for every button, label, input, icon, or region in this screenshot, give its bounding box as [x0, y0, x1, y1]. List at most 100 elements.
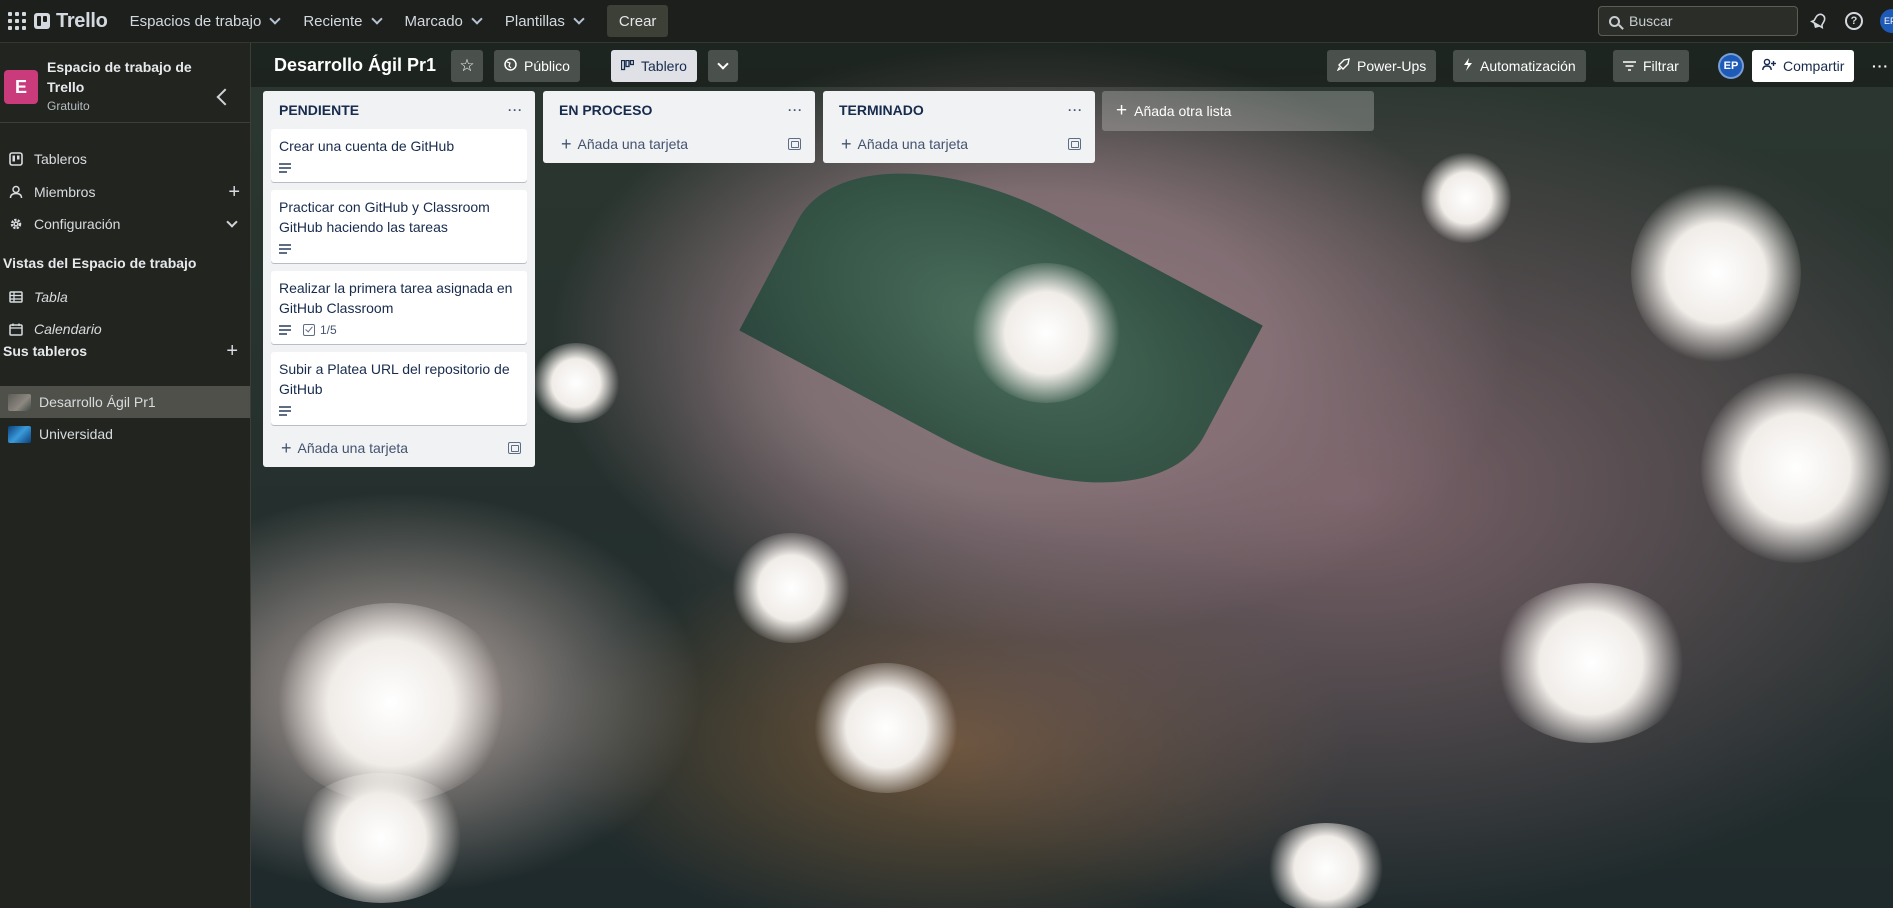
list-header[interactable]: PENDIENTE ··· — [263, 91, 535, 129]
background-blossom — [531, 343, 621, 423]
add-card-button[interactable]: + Añada una tarjeta — [823, 129, 1095, 159]
board-title[interactable]: Desarrollo Ágil Pr1 — [274, 55, 436, 76]
trello-logo[interactable]: Trello — [34, 10, 108, 33]
star-board-button[interactable]: ☆ — [451, 50, 483, 82]
add-card-label: Añada una tarjeta — [297, 440, 409, 456]
card[interactable]: Crear una cuenta de GitHub — [271, 129, 527, 182]
list-actions-icon[interactable]: ··· — [508, 103, 523, 117]
app-switcher-icon[interactable] — [6, 10, 28, 32]
card-template-icon[interactable] — [1068, 138, 1081, 150]
visibility-button[interactable]: Público — [494, 50, 580, 82]
background-blossom — [971, 263, 1121, 403]
add-person-icon — [1762, 58, 1776, 74]
automation-button[interactable]: Automatización — [1453, 50, 1586, 82]
sidebar-item-label: Tabla — [34, 289, 68, 305]
add-card-label: Añada una tarjeta — [577, 136, 689, 152]
list-header[interactable]: TERMINADO ··· — [823, 91, 1095, 129]
top-navigation-bar: Trello Espacios de trabajo Reciente Marc… — [0, 0, 1893, 43]
switch-view-button[interactable] — [708, 50, 738, 82]
power-ups-button[interactable]: Power-Ups — [1327, 50, 1437, 82]
notifications-bell-icon[interactable] — [1808, 10, 1830, 32]
background-blossom — [811, 663, 961, 793]
plus-icon: + — [561, 133, 572, 154]
trello-logo-icon — [34, 13, 50, 29]
checklist-badge: 1/5 — [303, 320, 337, 340]
rocket-icon — [1336, 58, 1350, 74]
sidebar-item-label: Configuración — [34, 216, 121, 232]
card-title: Crear una cuenta de GitHub — [279, 138, 455, 154]
background-blossom — [1421, 153, 1511, 243]
board-menu-icon[interactable]: ··· — [1864, 50, 1893, 82]
view-label: Tablero — [641, 58, 687, 74]
list-title[interactable]: TERMINADO — [839, 102, 924, 118]
add-member-icon[interactable]: + — [228, 181, 240, 204]
nav-templates-label: Plantillas — [504, 12, 565, 30]
nav-templates-dropdown[interactable]: Plantillas — [495, 5, 593, 37]
list-actions-icon[interactable]: ··· — [1068, 103, 1083, 117]
sidebar-item-label: Calendario — [34, 321, 102, 337]
visibility-label: Público — [524, 58, 570, 74]
share-button[interactable]: Compartir — [1752, 50, 1855, 82]
search-input[interactable]: Buscar — [1598, 6, 1798, 36]
sidebar-item-label: Tableros — [34, 151, 87, 167]
card-template-icon[interactable] — [508, 442, 521, 454]
sidebar-item-boards[interactable]: Tableros — [0, 143, 250, 175]
chevron-down-icon — [471, 12, 483, 25]
filter-label: Filtrar — [1643, 58, 1679, 74]
board-canvas: Desarrollo Ágil Pr1 ☆ Público Tablero Po… — [251, 43, 1893, 908]
list-title[interactable]: EN PROCESO — [559, 102, 652, 118]
automation-label: Automatización — [1480, 58, 1576, 74]
description-icon — [279, 406, 291, 416]
list-terminado: TERMINADO ··· + Añada una tarjeta — [823, 91, 1095, 163]
user-avatar[interactable]: EP — [1880, 9, 1893, 33]
chevron-down-icon — [573, 12, 585, 25]
chevron-down-icon — [717, 58, 729, 70]
filter-icon — [1623, 59, 1636, 74]
card-badges — [279, 403, 519, 419]
board-member-avatar[interactable]: EP — [1718, 53, 1744, 79]
help-icon[interactable]: ? — [1843, 10, 1865, 32]
chevron-down-icon[interactable] — [226, 216, 238, 228]
workspace-name[interactable]: Espacio de trabajo de Trello — [47, 57, 197, 97]
description-icon — [279, 163, 291, 173]
card[interactable]: Subir a Platea URL del repositorio de Gi… — [271, 352, 527, 425]
chevron-down-icon — [269, 12, 281, 25]
card-title: Realizar la primera tarea asignada en Gi… — [279, 280, 513, 316]
chevron-down-icon — [370, 12, 383, 25]
list-header[interactable]: EN PROCESO ··· — [543, 91, 815, 129]
card-badges — [279, 241, 519, 257]
nav-starred-dropdown[interactable]: Marcado — [395, 5, 491, 37]
star-icon: ☆ — [459, 56, 475, 75]
add-card-button[interactable]: + Añada una tarjeta — [543, 129, 815, 159]
nav-recent-dropdown[interactable]: Reciente — [293, 5, 390, 37]
create-button[interactable]: Crear — [606, 5, 669, 37]
sidebar-board-universidad[interactable]: Universidad — [0, 418, 250, 450]
calendar-icon — [8, 321, 24, 337]
plus-icon: + — [281, 437, 292, 458]
workspace-plan: Gratuito — [47, 99, 90, 113]
sidebar-board-label: Universidad — [39, 426, 113, 442]
sidebar-item-calendar-view[interactable]: Calendario — [0, 313, 250, 345]
list-actions-icon[interactable]: ··· — [788, 103, 803, 117]
description-icon — [279, 244, 291, 254]
nav-workspaces-dropdown[interactable]: Espacios de trabajo — [120, 5, 290, 37]
sidebar-item-settings[interactable]: Configuración — [0, 208, 250, 240]
list-title[interactable]: PENDIENTE — [279, 102, 359, 118]
sidebar-item-table-view[interactable]: Tabla — [0, 281, 250, 313]
list-pendiente: PENDIENTE ··· Crear una cuenta de GitHub… — [263, 91, 535, 467]
sidebar-board-desarrollo-agil[interactable]: Desarrollo Ágil Pr1 — [0, 386, 250, 418]
create-board-icon[interactable]: + — [226, 340, 238, 363]
sidebar-item-members[interactable]: Miembros + — [0, 176, 250, 208]
background-blossom — [291, 773, 471, 903]
board-header: Desarrollo Ágil Pr1 ☆ Público Tablero Po… — [251, 43, 1893, 87]
card-template-icon[interactable] — [788, 138, 801, 150]
add-list-button[interactable]: + Añada otra lista — [1102, 91, 1374, 131]
background-blossom — [731, 533, 851, 643]
card[interactable]: Practicar con GitHub y Classroom GitHub … — [271, 190, 527, 263]
view-board-button[interactable]: Tablero — [611, 50, 697, 82]
board-thumbnail — [8, 425, 31, 443]
card[interactable]: Realizar la primera tarea asignada en Gi… — [271, 271, 527, 344]
filter-button[interactable]: Filtrar — [1613, 50, 1689, 82]
collapse-sidebar-icon[interactable] — [216, 88, 234, 106]
add-card-button[interactable]: + Añada una tarjeta — [263, 433, 535, 463]
